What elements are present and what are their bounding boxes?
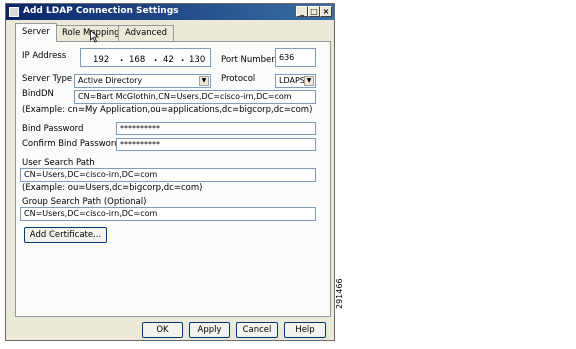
server-type-label: Server Type — [22, 74, 73, 84]
confirm-bind-password-label: Confirm Bind Password — [22, 139, 120, 149]
add-certificate-button[interactable]: Add Certificate... — [24, 227, 107, 243]
group-search-path-label: Group Search Path (Optional) — [22, 197, 147, 207]
minimize-button[interactable]: _ — [296, 6, 308, 17]
ip-octet-1: 192 — [93, 55, 110, 65]
mouse-cursor-icon — [90, 30, 99, 43]
protocol-label: Protocol — [221, 74, 256, 84]
server-tab-panel: IP Address 192 . 168 . 42 . 130 Port Num… — [15, 41, 331, 317]
chevron-down-icon[interactable]: ▼ — [199, 76, 209, 86]
server-type-select[interactable]: Active Directory ▼ — [74, 74, 211, 88]
app-icon — [9, 7, 19, 17]
confirm-bind-password-input[interactable]: ********** — [116, 138, 316, 151]
window-title: Add LDAP Connection Settings — [23, 6, 179, 16]
ip-octet-4: 130 — [189, 55, 206, 65]
protocol-select[interactable]: LDAPS ▼ — [275, 74, 316, 88]
figure-id: 291466 — [335, 278, 344, 309]
cancel-button[interactable]: Cancel — [236, 322, 278, 338]
ip-separator: . — [120, 54, 124, 64]
bind-password-label: Bind Password — [22, 124, 84, 134]
port-number-label: Port Number — [221, 55, 275, 65]
help-button[interactable]: Help — [284, 322, 326, 338]
title-bar[interactable]: Add LDAP Connection Settings _ □ × — [6, 4, 334, 20]
bind-password-input[interactable]: ********** — [116, 122, 316, 135]
ok-button[interactable]: OK — [142, 322, 183, 338]
ldap-dialog: Add LDAP Connection Settings _ □ × Serve… — [5, 3, 335, 341]
user-search-example: (Example: ou=Users,dc=bigcorp,dc=com) — [22, 183, 203, 193]
ip-address-label: IP Address — [22, 51, 67, 61]
port-number-input[interactable]: 636 — [275, 48, 316, 67]
chevron-down-icon[interactable]: ▼ — [304, 76, 314, 86]
ip-address-field[interactable]: 192 . 168 . 42 . 130 — [80, 48, 211, 67]
maximize-button[interactable]: □ — [308, 6, 320, 17]
protocol-value: LDAPS — [279, 76, 305, 85]
tab-server[interactable]: Server — [15, 23, 57, 42]
user-search-path-input[interactable]: CN=Users,DC=cisco-irn,DC=com — [20, 168, 316, 182]
ip-separator: . — [154, 54, 158, 64]
tab-advanced[interactable]: Advanced — [118, 25, 174, 41]
close-button[interactable]: × — [320, 6, 332, 17]
apply-button[interactable]: Apply — [189, 322, 230, 338]
binddn-label: BindDN — [22, 89, 54, 99]
binddn-input[interactable]: CN=Bart McGlothin,CN=Users,DC=cisco-irn,… — [74, 90, 316, 104]
ip-octet-3: 42 — [163, 55, 174, 65]
binddn-example: (Example: cn=My Application,ou=applicati… — [22, 105, 313, 115]
group-search-path-input[interactable]: CN=Users,DC=cisco-irn,DC=com — [20, 207, 316, 221]
user-search-path-label: User Search Path — [22, 158, 95, 168]
ip-octet-2: 168 — [129, 55, 146, 65]
ip-separator: . — [181, 54, 185, 64]
server-type-value: Active Directory — [78, 76, 143, 85]
